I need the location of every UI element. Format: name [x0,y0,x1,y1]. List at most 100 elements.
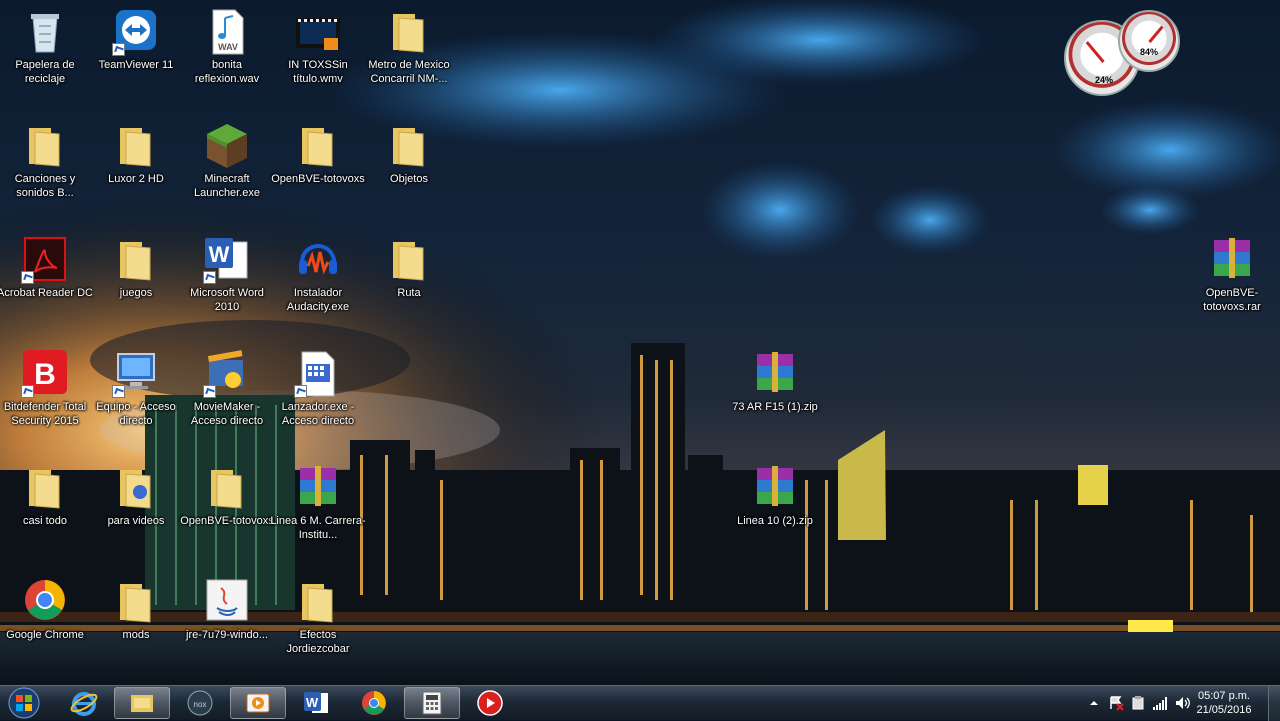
taskbar-internet-explorer[interactable] [56,687,112,719]
desktop-icon-para-videos[interactable]: para videos [88,460,184,560]
desktop-icon-label: Equipo - Acceso directo [96,401,176,427]
desktop-icon-minecraft[interactable]: Minecraft Launcher.exe [179,118,275,218]
clock-date: 21/05/2016 [1196,704,1252,716]
desktop-icon-teamviewer[interactable]: TeamViewer 11 [88,4,184,104]
taskbar-recorder[interactable] [462,687,518,719]
desktop-icon-luxor[interactable]: Luxor 2 HD [88,118,184,218]
desktop-icon-audacity[interactable]: Instalador Audacity.exe [270,232,366,332]
file-explorer-icon [131,695,153,712]
folder-icon [21,122,69,170]
usb-device-icon[interactable] [1130,695,1146,711]
desktop-icon-in-toxs-video[interactable]: IN TOXSSin título.wmv [270,4,366,104]
wav-file-icon: WAV [203,8,251,56]
desktop-icon-label: Lanzador.exe - Acceso directo [281,401,355,427]
desktop-icon-label: Bitdefender Total Security 2015 [3,401,87,427]
desktop-icon-jre[interactable]: jre-7u79-windo... [179,574,275,674]
desktop-icon-label: MovieMaker - Acceso directo [190,401,264,427]
shortcut-arrow-icon [203,385,216,398]
desktop-icon-label: para videos [107,515,165,527]
desktop-icon-metro-mexico[interactable]: Metro de Mexico Concarril NM-... [361,4,457,104]
desktop-icon-bitdefender[interactable]: B Bitdefender Total Security 2015 [0,346,93,446]
desktop-icon-label: Google Chrome [6,629,84,641]
desktop-icon-label: 73 AR F15 (1).zip [732,401,818,413]
nox-player-icon: nox [187,690,213,716]
shortcut-arrow-icon [203,271,216,284]
desktop-icon-linea-10[interactable]: Linea 10 (2).zip [727,460,823,560]
desktop-icon-label: Canciones y sonidos B... [14,173,76,199]
windows-logo-icon [8,687,40,719]
taskbar-nox-player[interactable]: nox [172,687,228,719]
desktop-icon-lanzador[interactable]: Lanzador.exe - Acceso directo [270,346,366,446]
taskbar-word[interactable]: W [288,687,344,719]
desktop-icon-google-chrome[interactable]: Google Chrome [0,574,93,674]
chrome-icon [362,691,386,715]
svg-text:B: B [34,358,56,391]
desktop-icon-label: OpenBVE-totovoxs [180,515,274,527]
calculator-icon [422,691,442,715]
desktop-icon-label: Objetos [390,173,428,185]
desktop-icon-objetos[interactable]: Objetos [361,118,457,218]
audacity-icon [294,236,342,284]
taskbar-calculator[interactable] [404,687,460,719]
acrobat-icon [21,236,69,284]
minecraft-icon [203,122,251,170]
desktop-icon-73-ar-f15[interactable]: 73 AR F15 (1).zip [727,346,823,446]
taskbar-file-explorer[interactable] [114,687,170,719]
clock-time: 05:07 p.m. [1198,690,1250,702]
word-icon: W [304,692,328,713]
show-hidden-icons-button[interactable] [1086,695,1102,711]
chrome-icon [21,578,69,626]
taskbar: nox W 05:07 p.m. 21/05/2016 [0,685,1280,721]
desktop-icon-juegos[interactable]: juegos [88,232,184,332]
recycle-bin-icon [21,8,69,56]
moviemaker-icon [203,350,251,398]
shortcut-arrow-icon [294,385,307,398]
desktop-icon-casi-todo[interactable]: casi todo [0,460,93,560]
memory-meter-gadget[interactable]: 84% [1118,10,1180,72]
desktop-icon-ruta[interactable]: Ruta [361,232,457,332]
taskbar-chrome[interactable] [346,687,402,719]
desktop-icon-canciones[interactable]: Canciones y sonidos B... [0,118,93,218]
desktop-icon-equipo[interactable]: Equipo - Acceso directo [88,346,184,446]
desktop-icon-label: bonita reflexion.wav [194,59,260,85]
action-center-icon[interactable] [1108,695,1124,711]
taskbar-media-player[interactable] [230,687,286,719]
show-desktop-button[interactable] [1268,686,1280,721]
winrar-icon [751,464,799,512]
desktop-icon-linea-6[interactable]: Linea 6 M. Carrera-Institu... [270,460,366,560]
desktop-icon-acrobat[interactable]: Acrobat Reader DC [0,232,93,332]
folder-icon [203,464,251,512]
desktop-icon-label: Metro de Mexico Concarril NM-... [368,59,450,85]
desktop-icon-label: OpenBVE-totovoxs [271,173,365,185]
start-button[interactable] [4,687,44,719]
winrar-icon [294,464,342,512]
folder-icon [294,122,342,170]
desktop-icon-bonita-reflexion[interactable]: WAV bonita reflexion.wav [179,4,275,104]
word-icon: W [203,236,251,284]
desktop-icon-word[interactable]: W Microsoft Word 2010 [179,232,275,332]
desktop-icon-label: Ruta [397,287,421,299]
system-clock[interactable]: 05:07 p.m. 21/05/2016 [1196,689,1252,717]
recorder-icon [477,690,503,716]
folder-icon [385,122,433,170]
shortcut-arrow-icon [112,385,125,398]
shortcut-arrow-icon [21,271,34,284]
network-icon[interactable] [1152,695,1168,711]
desktop-icon-efectos[interactable]: Efectos Jordiezcobar [270,574,366,674]
desktop-icon-label: Luxor 2 HD [108,173,164,185]
svg-text:WAV: WAV [218,42,238,52]
desktop-icon-openbve-folder-2[interactable]: OpenBVE-totovoxs [179,460,275,560]
desktop-icon-mods[interactable]: mods [88,574,184,674]
desktop-icon-label: casi todo [22,515,68,527]
desktop-icon-openbve-folder-1[interactable]: OpenBVE-totovoxs [270,118,366,218]
volume-icon[interactable] [1174,695,1190,711]
desktop-icon-openbve-rar[interactable]: OpenBVE-totovoxs.rar [1184,232,1280,332]
memory-percent-label: 84% [1139,47,1158,57]
desktop-icon-recycle-bin[interactable]: Papelera de reciclaje [0,4,93,104]
folder-icon [112,122,160,170]
cpu-percent-label: 24% [1094,75,1113,85]
desktop-icon-label: IN TOXSSin título.wmv [288,59,348,85]
desktop-icon-moviemaker[interactable]: MovieMaker - Acceso directo [179,346,275,446]
teamviewer-icon [112,8,160,56]
folder-icon [385,236,433,284]
